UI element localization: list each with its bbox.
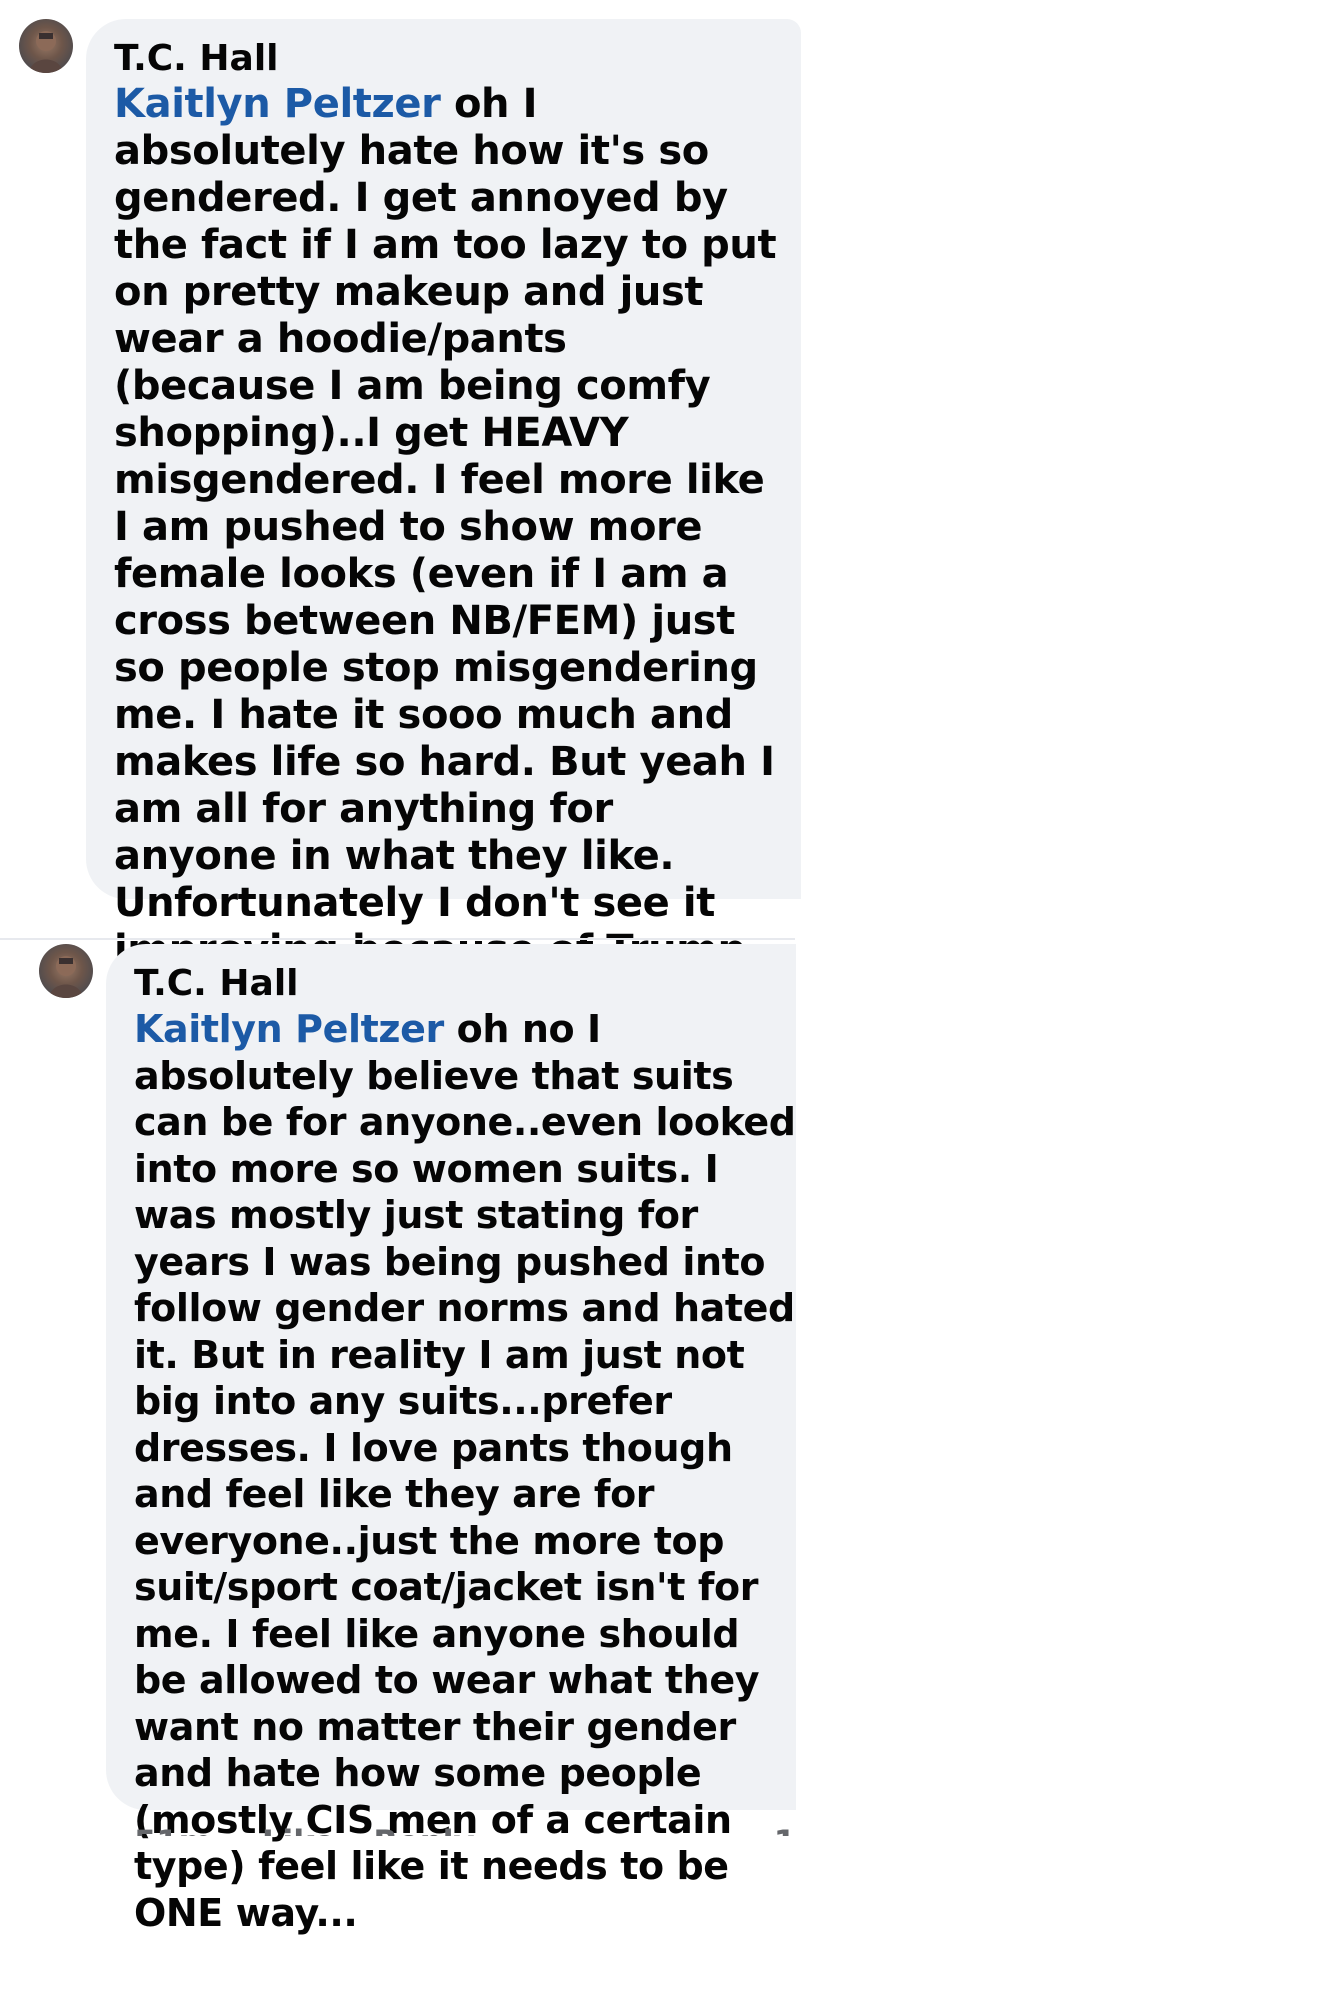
comment-author[interactable]: T.C. Hall <box>134 962 796 1006</box>
mention-link[interactable]: Kaitlyn Peltzer <box>114 81 441 127</box>
comment-author[interactable]: T.C. Hall <box>114 37 781 81</box>
mention-link[interactable]: Kaitlyn Peltzer <box>134 1007 444 1051</box>
divider <box>0 938 795 940</box>
comment-timestamp[interactable]: 51m <box>134 1822 212 1836</box>
comment-actions: 51m Like Reply 1 <box>134 1822 796 1836</box>
profile-photo-icon <box>49 956 83 998</box>
reaction-count[interactable]: 1 <box>774 1822 796 1836</box>
comment-text: Kaitlyn Peltzer oh no I absolutely belie… <box>134 1006 796 1936</box>
avatar[interactable] <box>19 19 73 73</box>
comment-body: oh I absolutely hate how it's so gendere… <box>114 81 777 1020</box>
reply-button[interactable]: Reply <box>373 1822 474 1836</box>
like-button[interactable]: Like <box>262 1822 335 1836</box>
avatar[interactable] <box>39 944 93 998</box>
comment-bubble: T.C. Hall Kaitlyn Peltzer oh I absolutel… <box>86 19 801 1020</box>
comment-body: oh no I absolutely believe that suits ca… <box>134 1007 796 1935</box>
comment-text: Kaitlyn Peltzer oh I absolutely hate how… <box>114 81 781 1021</box>
comment-bubble: T.C. Hall Kaitlyn Peltzer oh no I absolu… <box>106 944 796 1935</box>
profile-photo-icon <box>29 31 63 73</box>
